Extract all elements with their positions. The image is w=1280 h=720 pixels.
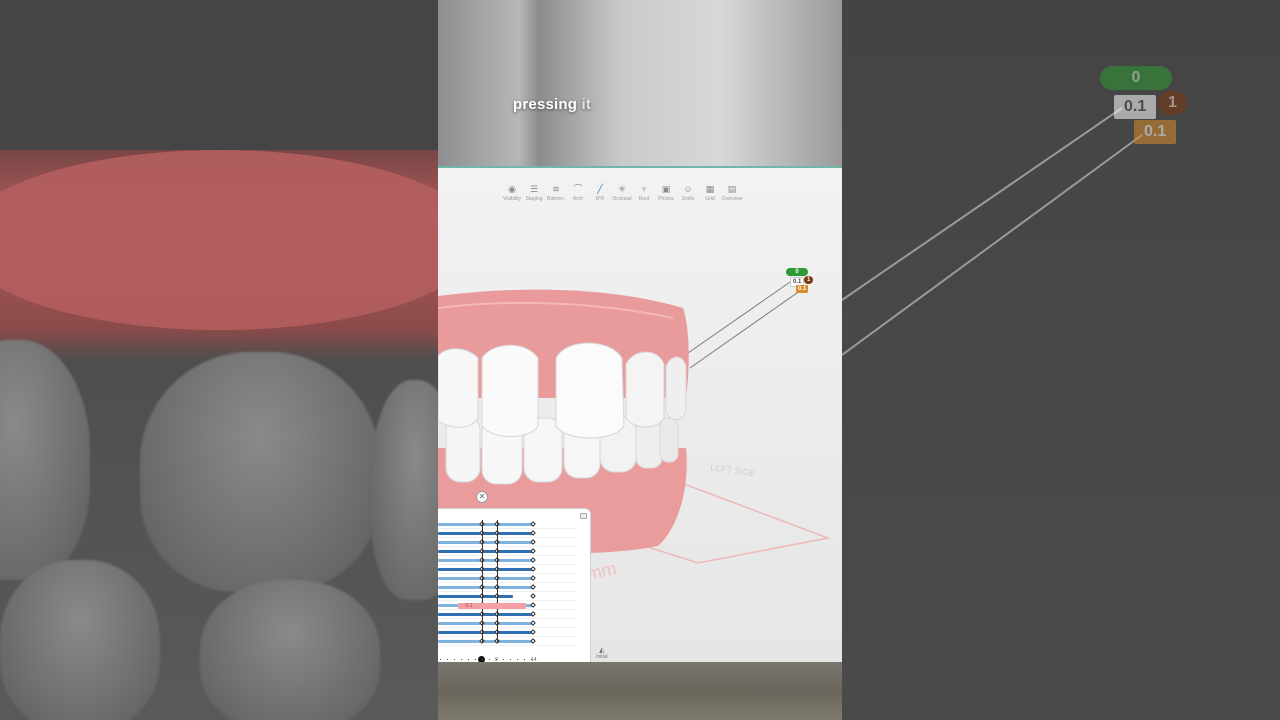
- tooth-row[interactable]: [438, 628, 576, 637]
- scale-tick: [503, 659, 504, 660]
- stage-bar: [438, 613, 533, 616]
- stage-bar: [438, 550, 533, 553]
- subtitle-caption: pressing it: [513, 96, 591, 113]
- video-frame: 0 1 0.1 0.1 pressing it ◉ Visibility ☰ Stag…: [0, 0, 1280, 720]
- stage-bar: [438, 586, 533, 589]
- caption-word: pressing: [513, 96, 578, 113]
- ipr-highlight-label: -0.1: [464, 603, 473, 609]
- scale-tick: [482, 659, 483, 660]
- tooth-row[interactable]: [438, 520, 576, 529]
- stage-marker-line[interactable]: [482, 520, 483, 642]
- close-panel-button[interactable]: ✕: [476, 491, 488, 503]
- ipr-tag-orange[interactable]: 0.1: [796, 285, 809, 293]
- tooth-rows: [438, 520, 576, 646]
- tooth-row[interactable]: [438, 565, 576, 574]
- panel-menu-icon[interactable]: [580, 513, 587, 519]
- blurred-gum: [0, 150, 438, 330]
- ipr-tag-green[interactable]: 0: [786, 268, 808, 276]
- blurred-tooth: [0, 560, 160, 720]
- scale-tick: [489, 659, 490, 660]
- scale-tick: [531, 659, 532, 660]
- tooth-row[interactable]: [438, 619, 576, 628]
- tooth-row[interactable]: [438, 637, 576, 646]
- treatment-viewer-app: ◉ Visibility ☰ Staging ≋ Bolmov. ⌒ Arch ╱ IPR ✳ Occ…: [438, 166, 842, 662]
- phone-video-column: pressing it ◉ Visibility ☰ Staging ≋ Bolmov. ⌒…: [438, 0, 842, 720]
- blurred-ipr-tag-white: 0.1: [1114, 95, 1157, 119]
- left-blurred-backdrop: [0, 0, 438, 720]
- stage-bar: [438, 622, 533, 625]
- stage-bar: [438, 631, 533, 634]
- tooth-row[interactable]: [438, 547, 576, 556]
- blurred-tooth: [140, 352, 380, 592]
- blurred-tooth: [370, 380, 438, 600]
- ipr-leader-line: [687, 279, 794, 354]
- tooth-row[interactable]: [438, 538, 576, 547]
- scale-tick: [517, 659, 518, 660]
- initial-label: Initial: [596, 654, 608, 660]
- blurred-ipr-tag-brown: 1: [1158, 91, 1187, 115]
- tooth-row[interactable]: [438, 610, 576, 619]
- floor-label: LEFT SIDE: [710, 462, 756, 478]
- tooth-row[interactable]: [438, 556, 576, 565]
- caption-word: it: [581, 96, 592, 113]
- blurred-tooth: [200, 580, 380, 720]
- stage-bar: [438, 532, 533, 535]
- stage-keyframe-diamond[interactable]: [530, 593, 536, 599]
- stage-bar: [438, 568, 533, 571]
- initial-toggle[interactable]: ◭ Initial: [596, 646, 608, 660]
- tooth-row[interactable]: [438, 529, 576, 538]
- tooth-row[interactable]: [438, 583, 576, 592]
- stage-bar: [438, 559, 533, 562]
- scale-tick: [447, 659, 448, 660]
- scale-tick: [475, 659, 476, 660]
- scale-tick: [524, 659, 525, 660]
- scale-tick: [496, 659, 497, 660]
- stage-bar: [438, 523, 533, 526]
- ipr-leader-line: [689, 287, 805, 369]
- background-photo-top: [438, 0, 842, 166]
- stage-bar: [438, 640, 533, 643]
- scale-tick: [454, 659, 455, 660]
- scale-tick: [440, 659, 441, 660]
- scale-tick: [468, 659, 469, 660]
- tooth-row[interactable]: [438, 592, 576, 601]
- stage-marker-line[interactable]: [497, 520, 498, 642]
- blurred-ipr-tag-orange: 0.1: [1134, 120, 1177, 144]
- right-blurred-backdrop: 0 1 0.1 0.1: [842, 0, 1280, 720]
- stage-bar: [438, 577, 533, 580]
- stage-bar: [438, 541, 533, 544]
- stage-bar: [438, 595, 513, 598]
- staging-timeline-panel: -0.1 9 14: [438, 508, 591, 662]
- tooth-row[interactable]: [438, 574, 576, 583]
- blurred-ipr-tag-green: 0: [1100, 66, 1172, 90]
- scale-tick: [510, 659, 511, 660]
- scale-tick: [461, 659, 462, 660]
- warning-triangle-icon: ◭: [599, 647, 605, 654]
- background-photo-bottom: [438, 662, 842, 720]
- blurred-tooth: [0, 340, 90, 580]
- blurred-ipr-leader-lines: [842, 107, 1143, 356]
